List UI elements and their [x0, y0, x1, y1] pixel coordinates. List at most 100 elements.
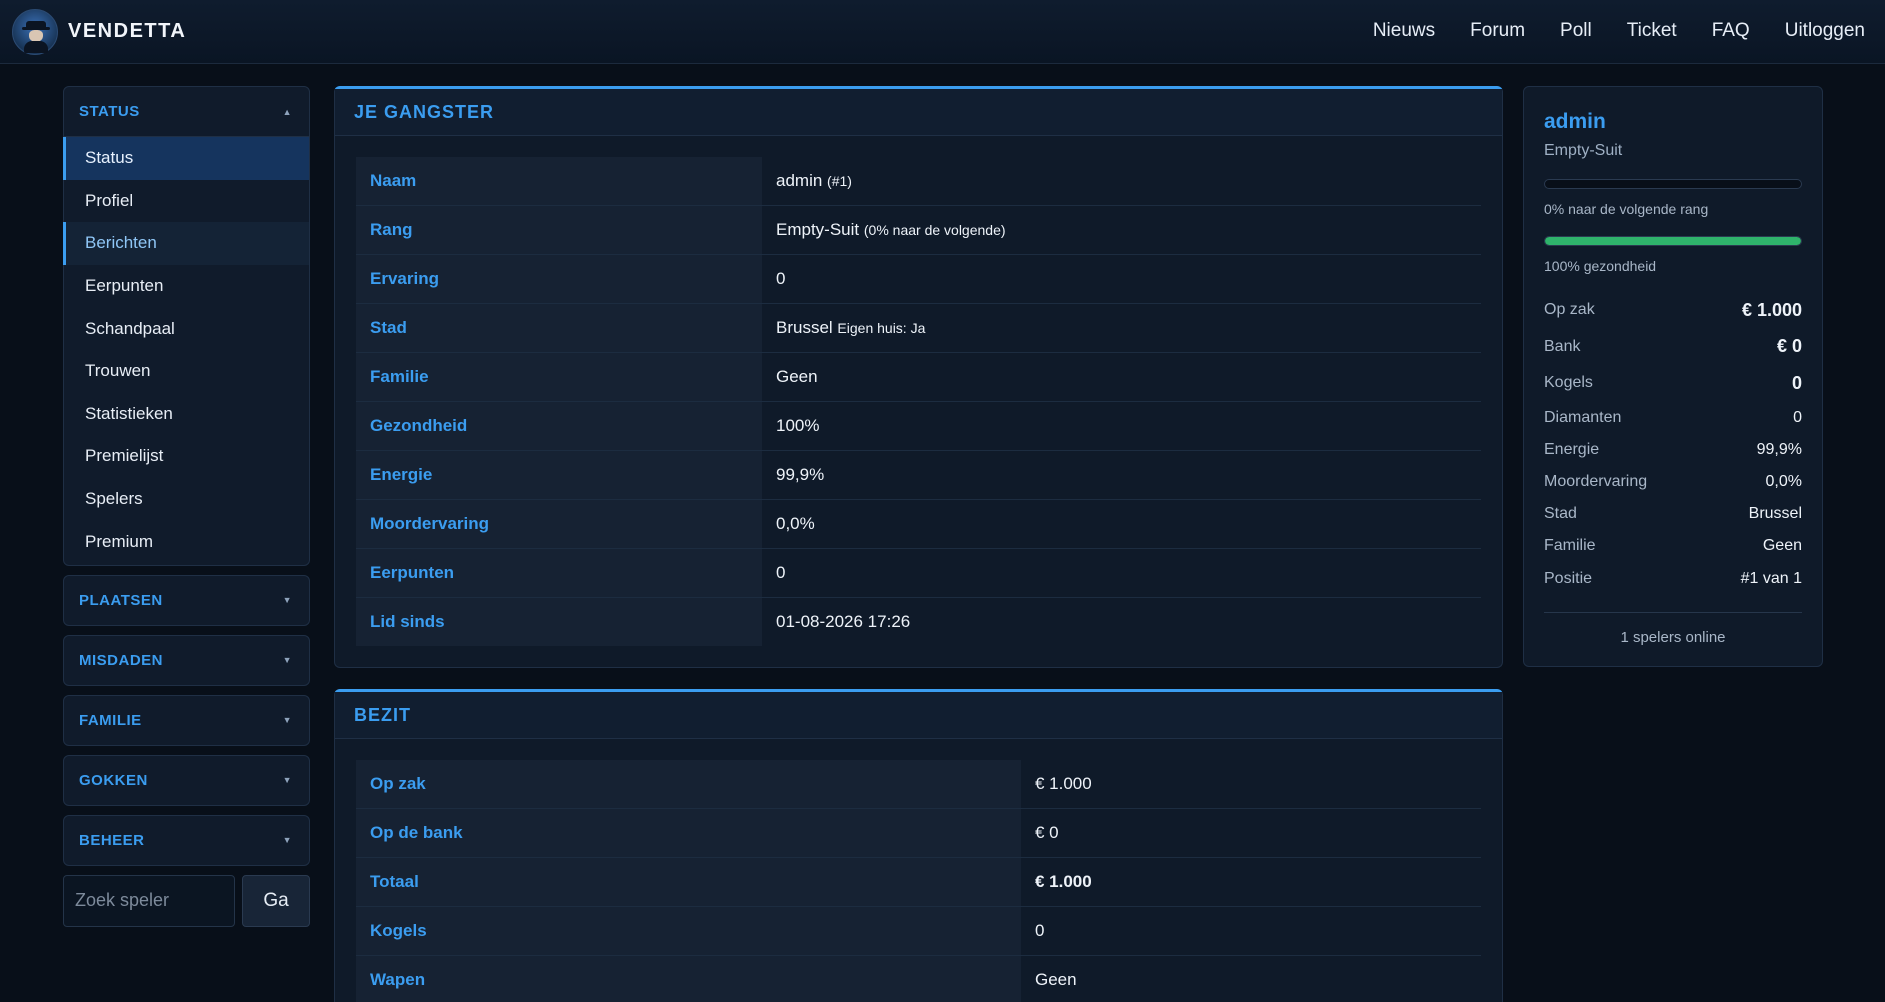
- row-key: Lid sinds: [356, 597, 762, 646]
- table-row: Wapen Geen: [356, 955, 1481, 1002]
- row-key: Ervaring: [356, 254, 762, 305]
- table-row: Rang Empty-Suit (0% naar de volgende): [356, 205, 1481, 256]
- brand-title[interactable]: VENDETTA: [68, 20, 186, 43]
- gangster-logo-icon[interactable]: [12, 9, 58, 55]
- card-title: BEZIT: [335, 692, 1502, 739]
- top-navbar: VENDETTA Nieuws Forum Poll Ticket FAQ Ui…: [0, 0, 1885, 64]
- rank-progress-label: 0% naar de volgende rang: [1544, 201, 1709, 217]
- table-row: Totaal € 1.000: [356, 857, 1481, 908]
- row-key: Kogels: [356, 906, 1021, 957]
- row-value: 0: [1021, 906, 1481, 957]
- sidebar-section-misdaden: MISDADEN ▼: [63, 634, 310, 686]
- sidebar-section-gokken: GOKKEN ▼: [63, 754, 310, 806]
- section-header-familie[interactable]: FAMILIE ▼: [64, 696, 309, 745]
- stat-row: Op zak € 1.000: [1544, 299, 1802, 320]
- chevron-down-icon: ▼: [282, 655, 292, 666]
- section-header-beheer[interactable]: BEHEER ▼: [64, 816, 309, 865]
- section-header-gokken[interactable]: GOKKEN ▼: [64, 756, 309, 805]
- divider: [1544, 611, 1802, 613]
- sidebar-item-premium[interactable]: Premium: [63, 520, 309, 563]
- row-value: Brussel Eigen huis: Ja: [762, 303, 1481, 354]
- nav-poll[interactable]: Poll: [1560, 20, 1592, 42]
- row-value: Geen: [1035, 970, 1077, 990]
- row-value: 100%: [762, 401, 1481, 451]
- section-title: MISDADEN: [79, 651, 164, 669]
- search-player-input[interactable]: [63, 874, 235, 927]
- sidebar-item-berichten[interactable]: Berichten: [63, 222, 309, 265]
- row-value: 99,9%: [762, 450, 1481, 500]
- stat-row: Positie #1 van 1: [1544, 569, 1802, 587]
- table-row: Stad Brussel Eigen huis: Ja: [356, 303, 1481, 354]
- rank-progress-bar: [1544, 179, 1802, 189]
- row-key: Op de bank: [356, 808, 1021, 859]
- health-bar: [1544, 236, 1802, 246]
- row-key: Energie: [356, 450, 762, 500]
- table-row: Moordervaring 0,0%: [356, 499, 1481, 549]
- row-value: € 0: [1021, 808, 1481, 859]
- section-header-misdaden[interactable]: MISDADEN ▼: [64, 636, 309, 685]
- table-row: Ervaring 0: [356, 254, 1481, 305]
- sidebar-section-status: STATUS ▲ Status Profiel Berichten Eerpun…: [63, 86, 310, 566]
- stat-row: Kogels 0: [1544, 372, 1802, 393]
- table-row: Lid sinds 01-08-2026 17:26: [356, 597, 1481, 646]
- stat-row: Bank € 0: [1544, 336, 1802, 357]
- health-fill: [1545, 237, 1801, 245]
- gangster-table: Naam admin (#1) Rang Empty-Suit (0% naar…: [356, 157, 1481, 646]
- row-key: Op zak: [356, 760, 1021, 810]
- sidebar-section-beheer: BEHEER ▼: [63, 814, 310, 866]
- player-search: Ga: [63, 874, 310, 927]
- sidebar-item-trouwen[interactable]: Trouwen: [63, 350, 309, 393]
- sidebar: STATUS ▲ Status Profiel Berichten Eerpun…: [63, 86, 310, 927]
- nav-nieuws[interactable]: Nieuws: [1373, 20, 1435, 42]
- sidebar-section-familie: FAMILIE ▼: [63, 694, 310, 746]
- card-title: JE GANGSTER: [335, 89, 1502, 136]
- section-title: BEHEER: [79, 831, 145, 849]
- row-value: 0,0%: [762, 499, 1481, 549]
- sidebar-item-spelers[interactable]: Spelers: [63, 478, 309, 521]
- profile-panel: admin Empty-Suit 0% naar de volgende ran…: [1523, 86, 1823, 667]
- stat-row: Energie 99,9%: [1544, 440, 1802, 458]
- table-row: Naam admin (#1): [356, 157, 1481, 207]
- sidebar-item-status[interactable]: Status: [63, 137, 309, 180]
- table-row: Gezondheid 100%: [356, 401, 1481, 451]
- sidebar-item-premielijst[interactable]: Premielijst: [63, 435, 309, 478]
- row-value: Geen: [762, 352, 1481, 402]
- player-rank: Empty-Suit: [1544, 142, 1623, 159]
- stat-row: Familie Geen: [1544, 537, 1802, 555]
- bezit-card: BEZIT Op zak € 1.000 Op de bank € 0 Tota…: [334, 689, 1503, 1002]
- section-header-plaatsen[interactable]: PLAATSEN ▼: [64, 576, 309, 625]
- sidebar-item-schandpaal[interactable]: Schandpaal: [63, 307, 309, 350]
- chevron-down-icon: ▼: [282, 715, 292, 726]
- nav-forum[interactable]: Forum: [1470, 20, 1525, 42]
- chevron-down-icon: ▼: [282, 835, 292, 846]
- section-header-status[interactable]: STATUS ▲: [64, 87, 309, 136]
- stat-row: Moordervaring 0,0%: [1544, 472, 1802, 490]
- stats-list: Op zak € 1.000 Bank € 0 Kogels 0 Diamanten 0…: [1544, 292, 1802, 595]
- nav-uitloggen[interactable]: Uitloggen: [1785, 20, 1865, 42]
- status-menu: Status Profiel Berichten Eerpunten Schan…: [63, 136, 309, 565]
- bezit-table: Op zak € 1.000 Op de bank € 0 Totaal € 1…: [356, 760, 1481, 1002]
- nav-faq[interactable]: FAQ: [1712, 20, 1750, 42]
- sidebar-item-eerpunten[interactable]: Eerpunten: [63, 265, 309, 308]
- row-key: Gezondheid: [356, 401, 762, 451]
- section-title: GOKKEN: [79, 771, 148, 789]
- row-value: 01-08-2026 17:26: [776, 611, 911, 631]
- chevron-down-icon: ▼: [282, 775, 292, 786]
- row-value: € 1.000: [1021, 760, 1481, 810]
- stat-row: Diamanten 0: [1544, 408, 1802, 426]
- sidebar-item-statistieken[interactable]: Statistieken: [63, 393, 309, 436]
- row-key: Rang: [356, 205, 762, 256]
- search-go-button[interactable]: Ga: [242, 874, 310, 927]
- table-row: Op de bank € 0: [356, 808, 1481, 859]
- nav-ticket[interactable]: Ticket: [1627, 20, 1677, 42]
- chevron-down-icon: ▼: [282, 595, 292, 606]
- row-value: admin (#1): [762, 157, 1481, 207]
- sidebar-item-profiel[interactable]: Profiel: [63, 180, 309, 223]
- table-row: Eerpunten 0: [356, 548, 1481, 598]
- table-row: Kogels 0: [356, 906, 1481, 957]
- row-key: Totaal: [356, 857, 1021, 908]
- row-value: 0: [762, 548, 1481, 598]
- player-name[interactable]: admin: [1544, 110, 1802, 134]
- chevron-up-icon: ▲: [282, 106, 292, 117]
- row-key: Wapen: [356, 955, 1021, 1002]
